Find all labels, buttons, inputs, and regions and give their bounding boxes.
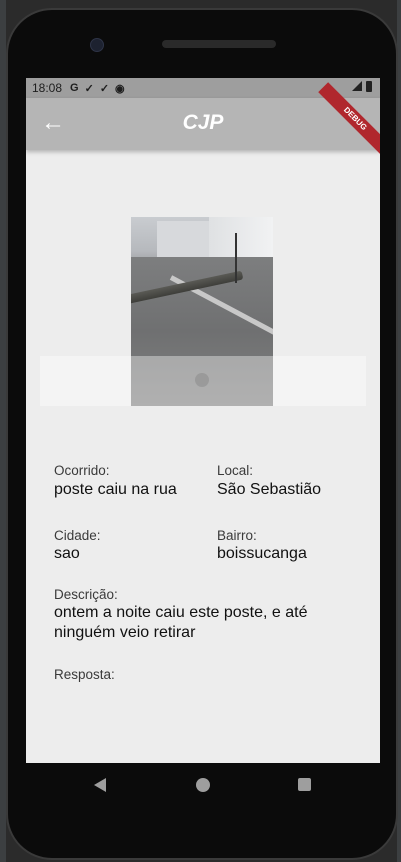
- app-icon: ◉: [115, 82, 125, 95]
- battery-icon: [366, 81, 372, 92]
- cidade-label: Cidade:: [54, 528, 101, 543]
- app-bar: ← CJP DEBUG: [26, 82, 380, 156]
- photo-gate: [157, 221, 211, 259]
- bairro-value: boissucanga: [217, 545, 307, 562]
- front-camera: [90, 38, 104, 52]
- photo-wire: [235, 233, 237, 283]
- ocorrido-value: poste caiu na rua: [54, 481, 177, 498]
- check-download-icon: ✓: [99, 82, 110, 95]
- google-icon: G: [70, 82, 79, 94]
- descricao-value: ontem a noite caiu este poste, e até nin…: [54, 604, 308, 641]
- signal-icon: [352, 81, 362, 91]
- cidade-value: sao: [54, 545, 80, 562]
- local-label: Local:: [217, 463, 254, 478]
- earpiece-speaker: [162, 40, 276, 48]
- ocorrido-label: Ocorrido:: [54, 463, 110, 478]
- photo-overlay-dot: [195, 373, 209, 387]
- bairro-label: Bairro:: [217, 528, 257, 543]
- home-circle-icon[interactable]: [196, 778, 210, 792]
- app-screen: 18:08 G ✓ ✓ ◉ ← CJP DEBUG Ocorrido: post…: [26, 78, 380, 763]
- status-right-icons: [352, 81, 372, 92]
- android-nav-bar: [26, 763, 380, 807]
- descricao-label: Descrição:: [54, 587, 118, 602]
- resposta-label: Resposta:: [54, 667, 115, 682]
- local-value: São Sebastião: [217, 481, 322, 498]
- status-time: 18:08: [32, 81, 63, 95]
- back-triangle-icon[interactable]: [94, 778, 106, 792]
- recents-square-icon[interactable]: [298, 778, 311, 791]
- check-download-icon: ✓: [84, 82, 94, 95]
- page-title: CJP: [182, 111, 224, 134]
